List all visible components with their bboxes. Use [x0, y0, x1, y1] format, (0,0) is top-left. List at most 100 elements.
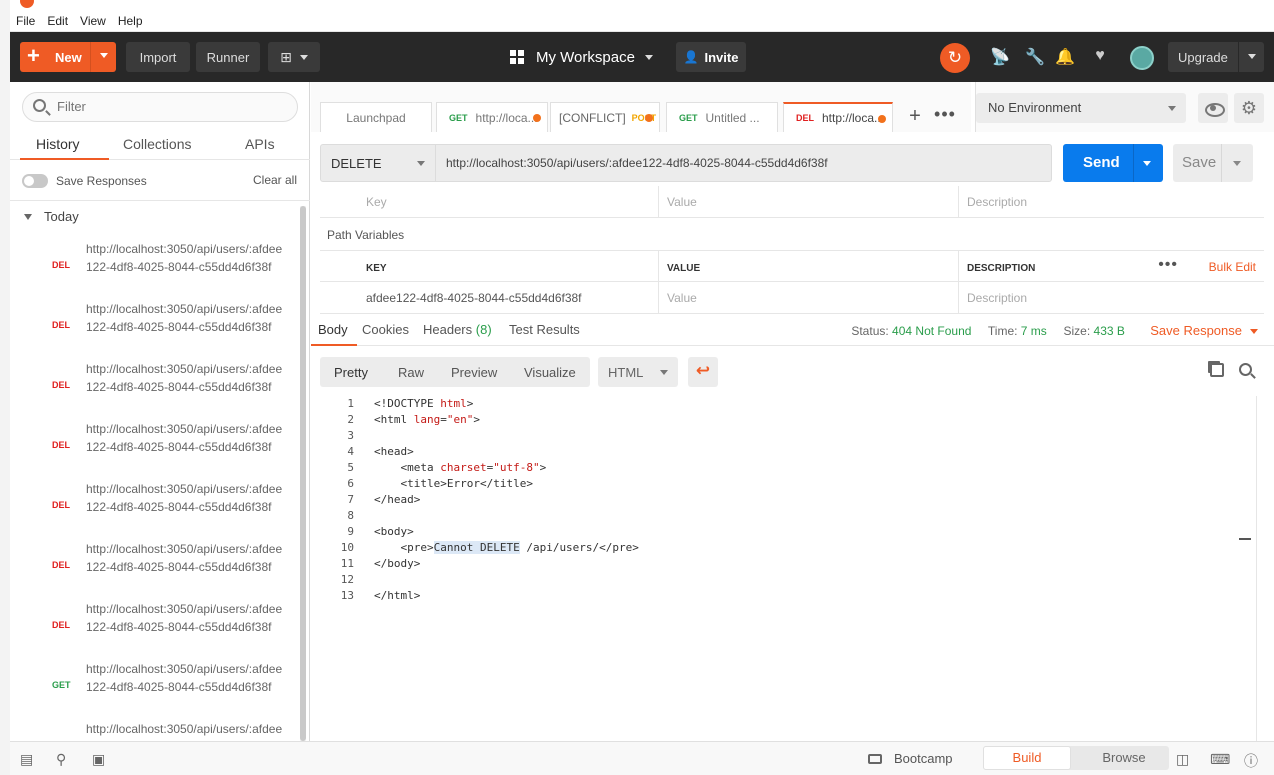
history-item[interactable]: DELhttp://localhost:3050/api/users/:afde…: [10, 236, 300, 296]
more-options-icon[interactable]: •••: [1158, 251, 1178, 279]
tab-cookies[interactable]: Cookies: [362, 322, 409, 337]
heart-icon[interactable]: ♥: [1090, 47, 1110, 65]
new-tab-plus-icon[interactable]: +: [901, 102, 929, 132]
url-input[interactable]: http://localhost:3050/api/users/:afdee12…: [435, 144, 1052, 182]
menu-help[interactable]: Help: [118, 14, 143, 28]
filter-box[interactable]: [22, 92, 298, 122]
history-url: http://localhost:3050/api/users/:afdee12…: [86, 542, 283, 574]
search-icon[interactable]: [1239, 363, 1252, 376]
method-select[interactable]: DELETE: [320, 144, 436, 182]
tab-history[interactable]: History: [36, 136, 80, 152]
copy-icon[interactable]: [1210, 363, 1224, 377]
menu-view[interactable]: View: [80, 14, 106, 28]
history-group-today[interactable]: Today: [24, 209, 79, 224]
find-icon[interactable]: ⚲: [56, 751, 66, 768]
tab-test-results[interactable]: Test Results: [509, 322, 580, 337]
import-button[interactable]: Import: [126, 42, 190, 72]
send-button[interactable]: Send: [1063, 144, 1163, 182]
history-item[interactable]: GET http://localhost:3050/api/users/:afde…: [10, 656, 300, 716]
workspace-switcher[interactable]: My Workspace: [510, 42, 653, 72]
eye-icon[interactable]: [1198, 93, 1228, 123]
path-variable-row: afdee122-4df8-4025-8044-c55dd4d6f38f Val…: [320, 282, 1264, 314]
value-placeholder: Value: [667, 291, 697, 305]
history-url: http://localhost:3050/api/users/:afdee12…: [86, 362, 283, 394]
avatar[interactable]: [1130, 46, 1154, 70]
new-window-button[interactable]: ⊞: [268, 42, 320, 72]
chevron-down-icon: [417, 161, 425, 166]
runner-button[interactable]: Runner: [196, 42, 260, 72]
history-item[interactable]: DELhttp://localhost:3050/api/users/:afde…: [10, 476, 300, 536]
sidebar-scrollbar[interactable]: [300, 206, 306, 741]
param-key-input[interactable]: Key: [358, 186, 658, 218]
satellite-icon[interactable]: 📡: [990, 47, 1010, 67]
param-description-input[interactable]: Description: [958, 186, 1264, 218]
view-pretty[interactable]: Pretty: [334, 365, 368, 380]
history-item[interactable]: DELhttp://localhost:3050/api/users/:afde…: [10, 356, 300, 416]
save-response-button[interactable]: Save Response: [1150, 323, 1258, 338]
upgrade-button[interactable]: Upgrade: [1168, 42, 1264, 72]
help-icon[interactable]: ⓘ: [1244, 751, 1258, 771]
menu-edit[interactable]: Edit: [47, 14, 68, 28]
new-dropdown-caret-icon[interactable]: [100, 53, 108, 58]
bootcamp-button[interactable]: Bootcamp: [868, 751, 953, 766]
save-button[interactable]: Save: [1173, 144, 1253, 182]
response-code-editor[interactable]: 1 <!DOCTYPE html> 2 <html lang="en"> 3 4 <head…: [320, 396, 1250, 736]
history-item[interactable]: DELhttp://localhost:3050/api/users/:afde…: [10, 716, 300, 741]
tab-request-get-2[interactable]: GET Untitled ...: [666, 102, 778, 132]
menu-file[interactable]: File: [16, 14, 35, 28]
history-item[interactable]: DELhttp://localhost:3050/api/users/:afde…: [10, 416, 300, 476]
send-dropdown-caret-icon[interactable]: [1143, 161, 1151, 166]
editor-scroll-marker: [1239, 538, 1251, 540]
upgrade-dropdown-caret-icon[interactable]: [1248, 54, 1256, 59]
code-line: 12: [320, 572, 1250, 588]
sync-icon[interactable]: ↻: [940, 43, 970, 73]
tab-request-del-active[interactable]: DEL http://loca...: [783, 102, 893, 132]
path-variable-value-input[interactable]: Value: [658, 282, 958, 314]
tab-body[interactable]: Body: [318, 322, 348, 337]
filter-input[interactable]: [57, 99, 277, 114]
invite-button[interactable]: 👤 Invite: [676, 42, 746, 72]
two-pane-icon[interactable]: ◫: [1176, 751, 1189, 768]
tab-collections[interactable]: Collections: [123, 136, 191, 152]
send-label: Send: [1083, 154, 1120, 171]
environment-select[interactable]: No Environment: [976, 93, 1186, 123]
history-item[interactable]: DELhttp://localhost:3050/api/users/:afde…: [10, 596, 300, 656]
plus-icon: +: [27, 43, 40, 68]
history-item[interactable]: DELhttp://localhost:3050/api/users/:afde…: [10, 296, 300, 356]
tab-request-get-1[interactable]: GET http://loca...: [436, 102, 548, 132]
view-raw[interactable]: Raw: [398, 365, 424, 380]
code-text: </html>: [374, 589, 421, 602]
wrap-lines-icon[interactable]: ↩: [688, 357, 718, 387]
view-preview[interactable]: Preview: [451, 365, 497, 380]
tab-headers[interactable]: Headers (8): [423, 322, 492, 337]
new-button[interactable]: + New: [20, 42, 116, 72]
path-variable-key[interactable]: afdee122-4df8-4025-8044-c55dd4d6f38f: [358, 282, 658, 314]
gear-icon[interactable]: ⚙: [1234, 93, 1264, 123]
history-item[interactable]: DEL http://localhost:3050/api/users/:afde…: [10, 536, 300, 596]
time-value[interactable]: 7 ms: [1021, 324, 1047, 338]
clear-all-button[interactable]: Clear all: [253, 173, 297, 187]
console-icon[interactable]: ▣: [92, 751, 105, 768]
toggle-switch[interactable]: [22, 174, 48, 188]
sidebar-toggle-icon[interactable]: ▤: [20, 751, 33, 768]
view-visualize[interactable]: Visualize: [524, 365, 576, 380]
status-value[interactable]: 404 Not Found: [892, 324, 971, 338]
path-variable-description-input[interactable]: Description: [958, 282, 1264, 314]
bell-icon[interactable]: 🔔: [1055, 47, 1075, 67]
language-select[interactable]: HTML: [598, 357, 678, 387]
keyboard-icon[interactable]: ⌨: [1210, 751, 1230, 768]
size-value[interactable]: 433 B: [1094, 324, 1125, 338]
param-value-input[interactable]: Value: [658, 186, 958, 218]
wrench-icon[interactable]: 🔧: [1025, 47, 1045, 67]
build-tab[interactable]: Build: [983, 746, 1071, 770]
browse-tab[interactable]: Browse: [1079, 746, 1169, 770]
tab-launchpad[interactable]: Launchpad: [320, 102, 432, 132]
more-tabs-icon[interactable]: •••: [931, 102, 959, 132]
method-badge: DEL: [52, 560, 70, 570]
save-responses-toggle[interactable]: Save Responses: [22, 172, 147, 190]
bulk-edit-link[interactable]: Bulk Edit: [1209, 251, 1256, 283]
tab-apis[interactable]: APIs: [245, 136, 275, 152]
status-label: Status:: [851, 324, 889, 338]
tab-request-conflict[interactable]: [CONFLICT] POST: [550, 102, 660, 132]
save-dropdown-caret-icon[interactable]: [1233, 161, 1241, 166]
